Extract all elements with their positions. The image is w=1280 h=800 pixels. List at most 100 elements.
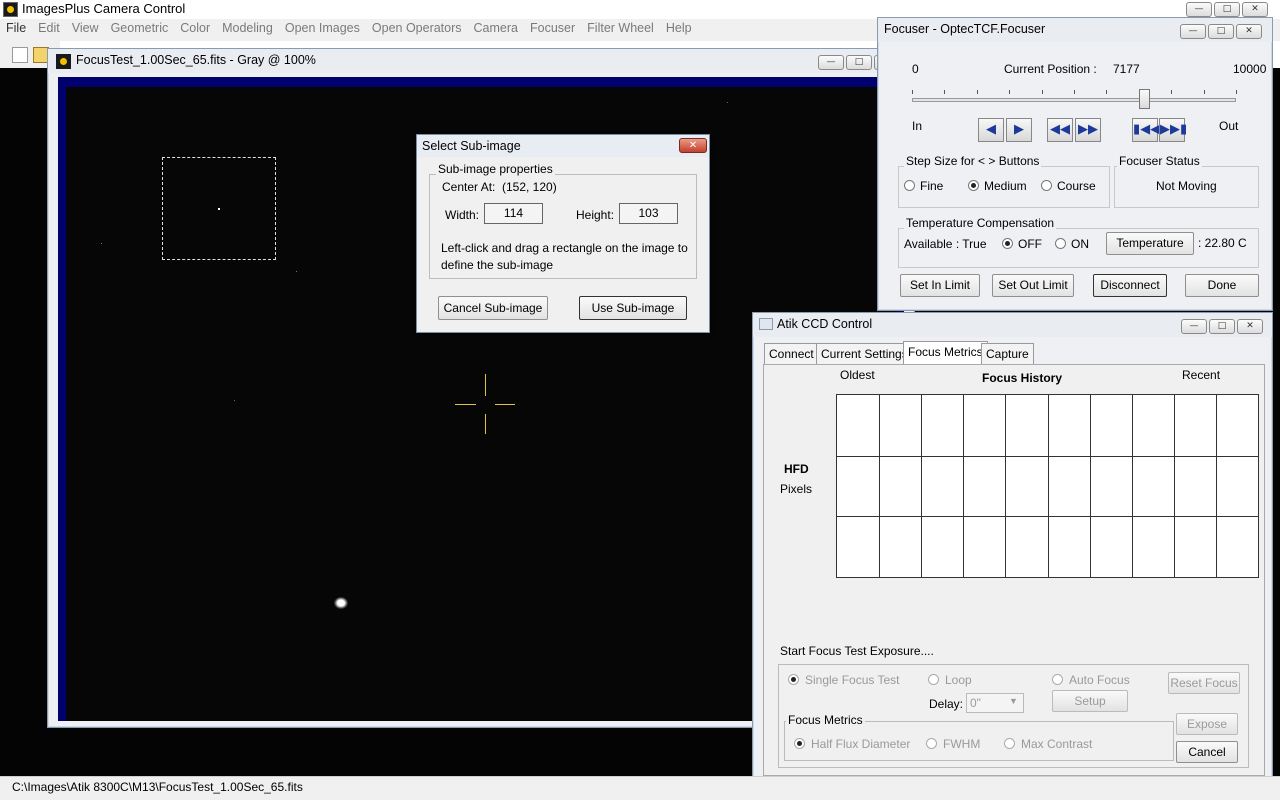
height-field[interactable]: 103 [619,203,678,224]
step-course-radio[interactable] [1041,180,1052,191]
temp-off-label: OFF [1018,237,1042,251]
minimize-icon[interactable]: — [818,55,844,70]
maximize-icon[interactable]: □ [1214,2,1240,17]
focuser-title: Focuser - OptecTCF.Focuser [884,22,1046,36]
menu-camera[interactable]: Camera [468,19,524,37]
temp-on-radio[interactable] [1055,238,1066,249]
minimize-icon[interactable]: — [1186,2,1212,17]
image-window-icon [56,54,71,69]
menu-file[interactable]: File [0,19,32,37]
status-file-path: C:\Images\Atik 8300C\M13\FocusTest_1.00S… [12,780,303,794]
slider-tick [944,90,946,94]
menu-modeling[interactable]: Modeling [216,19,279,37]
recent-label: Recent [1182,368,1221,382]
image-window-title: FocusTest_1.00Sec_65.fits - Gray @ 100% [76,53,316,67]
step-out-large-button[interactable]: ▶▶▮ [1159,118,1187,142]
cancel-button[interactable]: Cancel [1176,741,1238,763]
close-icon[interactable]: ✕ [679,138,707,153]
step-medium-radio[interactable] [968,180,979,191]
loop-radio[interactable] [928,674,939,685]
subimage-properties-label: Sub-image properties [436,162,555,176]
step-in-small-button[interactable]: ◀ [978,118,1004,142]
grid-line-horizontal [837,516,1258,517]
focuser-min-value: 0 [912,62,919,76]
expose-button[interactable]: Expose [1176,713,1238,735]
atik-window-icon [759,318,773,330]
auto-focus-radio[interactable] [1052,674,1063,685]
set-in-limit-button[interactable]: Set In Limit [900,274,980,297]
focus-metrics-panel: Oldest Focus History Recent HFD Pixels S… [763,364,1265,776]
minimize-icon[interactable]: — [1180,24,1206,39]
grid-line-vertical [879,395,880,577]
step-out-medium-button[interactable]: ▶▶ [1075,118,1101,142]
half-flux-radio[interactable] [794,738,805,749]
focus-metrics-label: Focus Metrics [786,713,865,727]
current-position-label: Current Position : [1004,62,1097,76]
close-icon[interactable]: ✕ [1236,24,1262,39]
app-title: ImagesPlus Camera Control [22,1,186,16]
disconnect-button[interactable]: Disconnect [1093,274,1167,297]
menu-view[interactable]: View [66,19,105,37]
close-icon[interactable]: ✕ [1237,319,1263,334]
slider-tick [1041,90,1043,94]
step-out-small-button[interactable]: ▶ [1006,118,1032,142]
tab-current-settings[interactable]: Current Settings [816,343,913,364]
delay-value: 0" [970,696,981,710]
grid-line-vertical [1216,395,1217,577]
close-icon[interactable]: ✕ [1242,2,1268,17]
minimize-icon[interactable]: — [1181,319,1207,334]
maximize-icon[interactable]: □ [846,55,872,70]
grid-line-vertical [1005,395,1006,577]
menu-edit[interactable]: Edit [32,19,66,37]
tab-focus-metrics[interactable]: Focus Metrics [903,341,988,365]
grid-line-vertical [921,395,922,577]
use-subimage-button[interactable]: Use Sub-image [579,296,687,320]
instructions-line2: define the sub-image [441,258,554,272]
step-medium-label: Medium [984,179,1027,193]
menu-open-images[interactable]: Open Images [279,19,366,37]
app-caption-buttons: — □ ✕ [1186,2,1268,17]
menu-filter-wheel[interactable]: Filter Wheel [581,19,660,37]
half-flux-label: Half Flux Diameter [811,737,911,751]
focuser-status-value: Not Moving [1156,179,1217,193]
center-at-value: (152, 120) [502,180,557,194]
focuser-titlebar: Focuser - OptecTCF.Focuser — □ ✕ [878,18,1272,42]
maximize-icon[interactable]: □ [1209,319,1235,334]
dialog-titlebar: Select Sub-image ✕ [417,135,709,157]
reset-focus-button[interactable]: Reset Focus [1168,672,1240,694]
new-file-icon[interactable] [12,47,28,63]
width-field[interactable]: 114 [484,203,543,224]
selection-rectangle[interactable] [162,157,276,260]
menu-focuser[interactable]: Focuser [524,19,581,37]
menu-help[interactable]: Help [660,19,698,37]
slider-thumb[interactable] [1138,89,1150,109]
focus-position-slider-track[interactable] [912,98,1236,102]
app-icon [3,2,18,17]
delay-select[interactable]: 0" ▼ [966,693,1024,713]
pixels-label: Pixels [780,482,813,496]
max-contrast-radio[interactable] [1004,738,1015,749]
step-in-medium-button[interactable]: ◀◀ [1047,118,1073,142]
step-fine-radio[interactable] [904,180,915,191]
temperature-button[interactable]: Temperature [1106,232,1194,255]
menu-geometric[interactable]: Geometric [105,19,175,37]
fwhm-label: FWHM [943,737,981,751]
focuser-status-label: Focuser Status [1117,154,1202,168]
menu-color[interactable]: Color [174,19,216,37]
tab-connect[interactable]: Connect [764,343,819,364]
height-label: Height: [576,208,615,222]
temp-off-radio[interactable] [1002,238,1013,249]
maximize-icon[interactable]: □ [1208,24,1234,39]
single-focus-radio[interactable] [788,674,799,685]
tab-capture[interactable]: Capture [981,343,1034,364]
available-label: Available : True [904,237,987,251]
setup-button[interactable]: Setup [1052,690,1128,712]
slider-tick [1074,90,1075,94]
step-in-large-button[interactable]: ▮◀◀ [1132,118,1160,142]
slider-tick [912,90,913,94]
set-out-limit-button[interactable]: Set Out Limit [992,274,1074,297]
done-button[interactable]: Done [1185,274,1259,297]
cancel-subimage-button[interactable]: Cancel Sub-image [438,296,548,320]
fwhm-radio[interactable] [926,738,937,749]
menu-open-operators[interactable]: Open Operators [366,19,468,37]
